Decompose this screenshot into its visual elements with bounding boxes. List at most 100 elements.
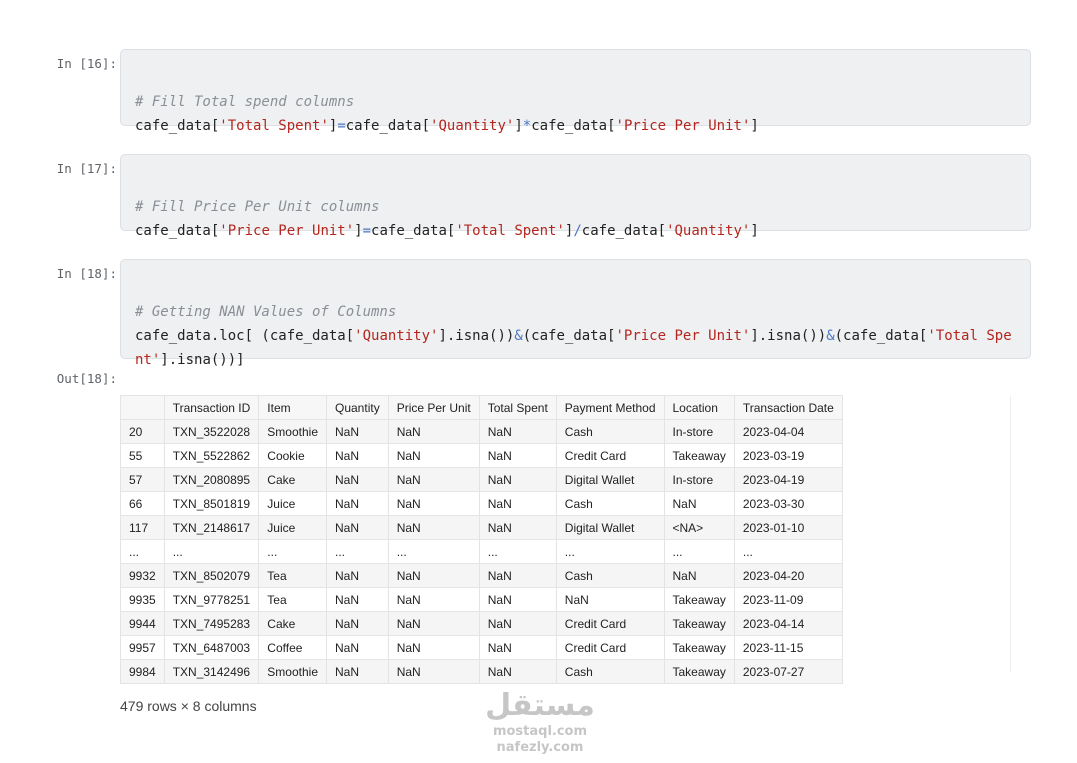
column-header: Total Spent xyxy=(478,395,557,420)
table-cell: <NA> xyxy=(663,515,735,540)
table-cell: Smoothie xyxy=(258,659,327,684)
table-cell: Tea xyxy=(258,587,327,612)
table-cell: Takeaway xyxy=(663,443,735,468)
table-cell: Cash xyxy=(555,419,665,444)
table-cell: NaN xyxy=(326,635,389,660)
table-cell: NaN xyxy=(478,467,557,492)
table-cell: NaN xyxy=(387,467,480,492)
table-cell: 2023-04-04 xyxy=(733,419,843,444)
table-cell: Cash xyxy=(555,563,665,588)
table-cell: 2023-04-19 xyxy=(733,467,843,492)
table-cell: Takeaway xyxy=(663,659,735,684)
code-cell[interactable]: # Fill Price Per Unit columns cafe_data['… xyxy=(120,154,1031,239)
table-cell: NaN xyxy=(478,515,557,540)
table-cell: NaN xyxy=(555,587,665,612)
index-header xyxy=(120,395,165,420)
table-cell: NaN xyxy=(478,635,557,660)
table-cell: 2023-04-14 xyxy=(733,611,843,636)
table-shape-footer: 479 rows × 8 columns xyxy=(120,698,257,714)
code-comment: # Fill Price Per Unit columns xyxy=(135,199,380,215)
row-index-cell: 66 xyxy=(120,491,165,516)
table-cell: NaN xyxy=(387,659,480,684)
column-header: Location xyxy=(663,395,735,420)
table-header-row: Transaction ID Item Quantity Price Per Unit… xyxy=(120,395,843,420)
row-index-cell: 9984 xyxy=(120,659,165,684)
table-cell: NaN xyxy=(326,491,389,516)
table-row: 20 TXN_3522028 Smoothie NaN NaN NaN Cash In-sto… xyxy=(120,419,843,444)
table-cell: NaN xyxy=(387,443,480,468)
table-cell: NaN xyxy=(663,563,735,588)
table-cell: TXN_9778251 xyxy=(163,587,260,612)
table-cell: NaN xyxy=(326,563,389,588)
table-cell: ... xyxy=(326,539,389,564)
table-cell: Cash xyxy=(555,659,665,684)
table-cell: Digital Wallet xyxy=(555,467,665,492)
table-cell: ... xyxy=(663,539,735,564)
input-prompt: In [17]: xyxy=(56,161,117,176)
row-index-cell: 20 xyxy=(120,419,165,444)
table-cell: TXN_2080895 xyxy=(163,467,260,492)
output-scroll-divider xyxy=(1010,396,1011,672)
table-cell: NaN xyxy=(326,467,389,492)
row-index-cell: 9935 xyxy=(120,587,165,612)
table-cell: ... xyxy=(387,539,480,564)
table-cell: TXN_5522862 xyxy=(163,443,260,468)
row-index-cell: 117 xyxy=(120,515,165,540)
output-prompt: Out[18]: xyxy=(56,371,117,386)
row-index-cell: ... xyxy=(120,539,165,564)
table-cell: ... xyxy=(555,539,665,564)
table-cell: NaN xyxy=(326,419,389,444)
table-cell: TXN_8501819 xyxy=(163,491,260,516)
table-cell: NaN xyxy=(387,611,480,636)
table-cell: NaN xyxy=(387,563,480,588)
code-comment: # Fill Total spend columns xyxy=(135,94,355,110)
table-cell: Juice xyxy=(258,491,327,516)
table-cell: TXN_3522028 xyxy=(163,419,260,444)
code-cell[interactable]: # Getting NAN Values of Columns cafe_data… xyxy=(120,259,1031,368)
table-cell: NaN xyxy=(387,419,480,444)
table-cell: NaN xyxy=(326,515,389,540)
table-cell: 2023-03-19 xyxy=(733,443,843,468)
table-cell: 2023-11-09 xyxy=(733,587,843,612)
table-cell: In-store xyxy=(663,467,735,492)
table-cell: NaN xyxy=(478,491,557,516)
column-header: Item xyxy=(258,395,327,420)
table-cell: Juice xyxy=(258,515,327,540)
table-cell: Credit Card xyxy=(555,443,665,468)
table-cell: NaN xyxy=(478,611,557,636)
table-cell: ... xyxy=(163,539,260,564)
code-comment: # Getting NAN Values of Columns xyxy=(135,304,397,320)
row-index-cell: 9957 xyxy=(120,635,165,660)
watermark-logo: مستقل xyxy=(485,688,595,723)
row-index-cell: 9932 xyxy=(120,563,165,588)
code-line: cafe_data['Price Per Unit']=cafe_data['T… xyxy=(135,223,759,239)
input-prompt: In [16]: xyxy=(56,56,117,71)
dataframe-table: Transaction ID Item Quantity Price Per Unit… xyxy=(120,395,843,684)
table-cell: Takeaway xyxy=(663,611,735,636)
table-cell: Digital Wallet xyxy=(555,515,665,540)
code-cell[interactable]: # Fill Total spend columns cafe_data['Tot… xyxy=(120,49,1031,134)
code-line: cafe_data['Total Spent']=cafe_data['Quan… xyxy=(135,118,759,134)
table-cell: ... xyxy=(258,539,327,564)
table-cell: 2023-11-15 xyxy=(733,635,843,660)
table-cell: NaN xyxy=(326,659,389,684)
row-index-cell: 57 xyxy=(120,467,165,492)
table-row: 9984 TXN_3142496 Smoothie NaN NaN NaN Cash Take… xyxy=(120,659,843,684)
table-row: 66 TXN_8501819 Juice NaN NaN NaN Cash NaN 2023-0… xyxy=(120,491,843,516)
table-cell: 2023-01-10 xyxy=(733,515,843,540)
table-cell: TXN_8502079 xyxy=(163,563,260,588)
table-cell: NaN xyxy=(387,635,480,660)
code-line: cafe_data.loc[ (cafe_data['Quantity'].is… xyxy=(135,328,1012,368)
watermark-url-nafezly: nafezly.com xyxy=(496,740,584,755)
watermark-url-mostaql: mostaql.com xyxy=(492,724,588,739)
column-header: Quantity xyxy=(326,395,389,420)
table-cell: Takeaway xyxy=(663,635,735,660)
table-cell: NaN xyxy=(478,419,557,444)
table-cell: NaN xyxy=(326,587,389,612)
table-body: 20 TXN_3522028 Smoothie NaN NaN NaN Cash In-sto… xyxy=(120,419,843,684)
table-cell: Cash xyxy=(555,491,665,516)
table-cell: TXN_3142496 xyxy=(163,659,260,684)
table-cell: Smoothie xyxy=(258,419,327,444)
table-cell: NaN xyxy=(663,491,735,516)
table-cell: ... xyxy=(478,539,557,564)
